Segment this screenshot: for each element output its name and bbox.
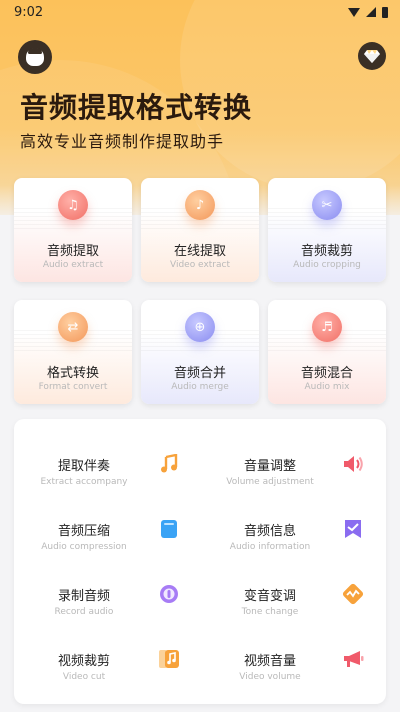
card-audio-merge[interactable]: ⊕ 音频合并 Audio merge xyxy=(141,300,259,404)
tool-record-audio[interactable]: 录制音频 Record audio xyxy=(14,549,194,617)
card-sublabel: Video extract xyxy=(169,260,230,270)
card-audio-cropping[interactable]: ✂ 音频裁剪 Audio cropping xyxy=(268,178,386,282)
card-label: 音频合并 xyxy=(173,366,226,381)
speaker-icon xyxy=(342,453,364,475)
card-label: 格式转换 xyxy=(46,366,99,381)
bookmark-icon xyxy=(342,518,364,540)
tool-extract-accompany[interactable]: 提取伴奏 Extract accompany xyxy=(14,419,194,487)
tool-tone-change[interactable]: 变音变调 Tone change xyxy=(200,549,380,617)
merge-icon: ⊕ xyxy=(185,312,215,342)
music-note-icon xyxy=(158,453,180,475)
avatar[interactable] xyxy=(18,40,52,74)
card-sublabel: Format convert xyxy=(38,382,108,392)
status-time: 9:02 xyxy=(14,4,44,20)
user-icon xyxy=(26,48,44,66)
tools-panel: 提取伴奏 Extract accompany 音量调整 Volume adjus… xyxy=(14,419,386,704)
tool-audio-compression[interactable]: 音频压缩 Audio compression xyxy=(14,484,194,552)
tool-audio-information[interactable]: 音频信息 Audio information xyxy=(200,484,380,552)
signal-icon xyxy=(366,7,376,17)
card-video-extract[interactable]: ♪ 在线提取 Video extract xyxy=(141,178,259,282)
card-format-convert[interactable]: ⇄ 格式转换 Format convert xyxy=(14,300,132,404)
card-audio-extract[interactable]: ♫ 音频提取 Audio extract xyxy=(14,178,132,282)
megaphone-icon xyxy=(342,648,364,670)
battery-icon xyxy=(382,6,388,18)
wifi-icon xyxy=(348,7,360,17)
book-icon xyxy=(158,518,180,540)
tool-label: 视频音量 xyxy=(243,654,296,669)
tool-label: 音量调整 xyxy=(243,459,296,474)
record-icon xyxy=(158,583,180,605)
video-extract-icon: ♪ xyxy=(185,190,215,220)
tool-label: 变音变调 xyxy=(243,589,296,604)
format-convert-icon: ⇄ xyxy=(58,312,88,342)
scissors-icon: ✂ xyxy=(312,190,342,220)
card-label: 音频裁剪 xyxy=(300,244,353,259)
tool-label: 音频信息 xyxy=(243,524,296,539)
page-subtitle: 高效专业音频制作提取助手 xyxy=(20,132,225,151)
card-sublabel: Audio cropping xyxy=(293,260,361,270)
card-sublabel: Audio extract xyxy=(42,260,104,270)
card-label: 在线提取 xyxy=(173,244,226,259)
page-title: 音频提取格式转换 xyxy=(20,91,253,124)
tool-label: 提取伴奏 xyxy=(57,459,110,474)
status-icons xyxy=(348,6,388,18)
tool-sublabel: Video volume xyxy=(239,672,301,682)
tool-label: 录制音频 xyxy=(57,589,110,604)
card-label: 音频混合 xyxy=(300,366,353,381)
mix-icon: ♬ xyxy=(312,312,342,342)
card-sublabel: Audio mix xyxy=(304,382,350,392)
card-audio-mix[interactable]: ♬ 音频混合 Audio mix xyxy=(268,300,386,404)
diamond-icon xyxy=(364,49,380,63)
status-bar: 9:02 xyxy=(0,0,400,24)
wave-icon xyxy=(342,583,364,605)
tool-label: 视频裁剪 xyxy=(57,654,110,669)
video-music-icon xyxy=(158,648,180,670)
tool-volume-adjustment[interactable]: 音量调整 Volume adjustment xyxy=(200,419,380,487)
tool-sublabel: Video cut xyxy=(62,672,106,682)
audio-extract-icon: ♫ xyxy=(58,190,88,220)
card-sublabel: Audio merge xyxy=(171,382,229,392)
vip-button[interactable] xyxy=(358,42,386,70)
tool-video-volume[interactable]: 视频音量 Video volume xyxy=(200,614,380,682)
card-label: 音频提取 xyxy=(46,244,99,259)
tool-video-cut[interactable]: 视频裁剪 Video cut xyxy=(14,614,194,682)
tool-label: 音频压缩 xyxy=(57,524,110,539)
